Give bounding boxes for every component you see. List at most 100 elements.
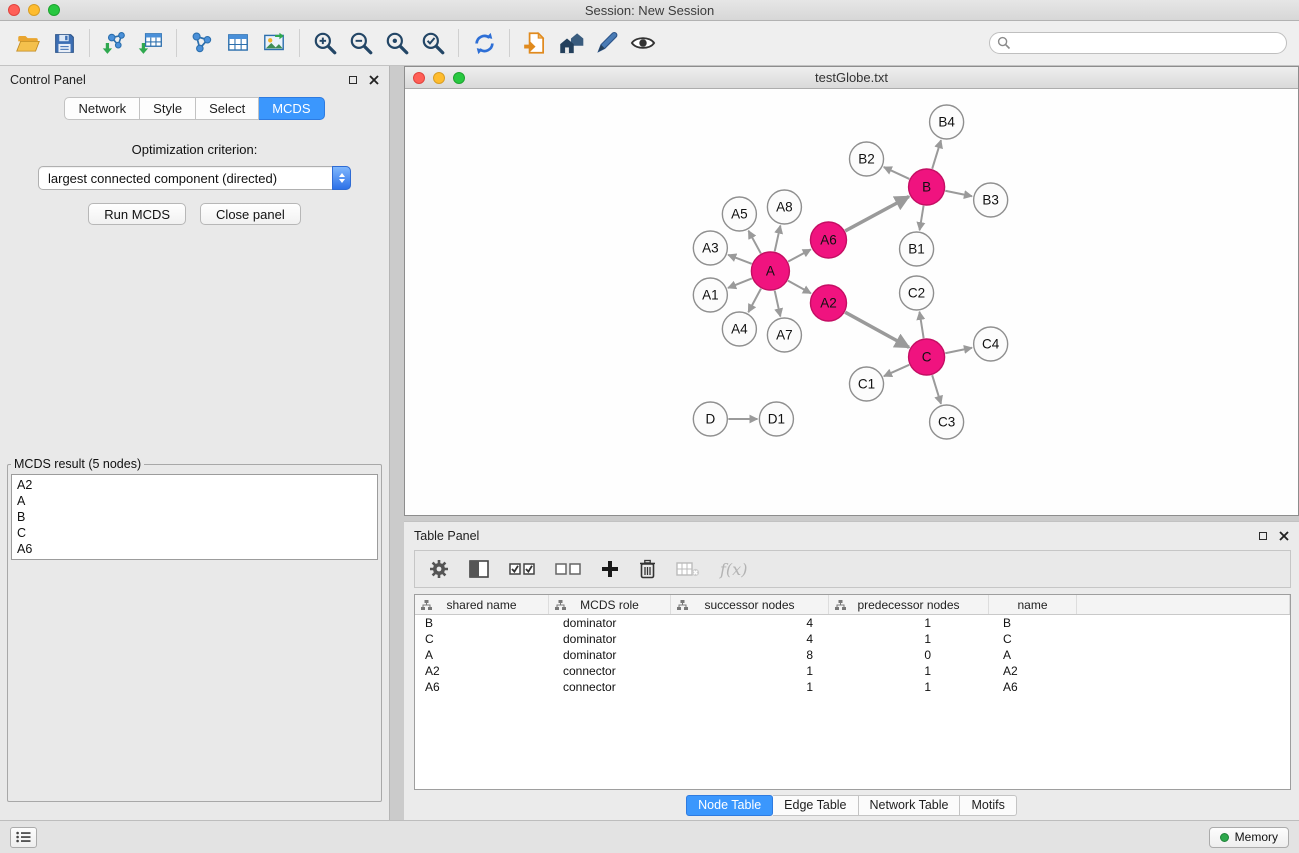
run-mcds-button[interactable]: Run MCDS	[88, 203, 186, 225]
network-canvas-container[interactable]: AA6A2BCA1A3A4A5A7A8B1B2B3B4C1C2C3C4DD1	[405, 89, 1298, 515]
table-cell[interactable]: A2	[989, 664, 1077, 678]
delete-rows-trash-icon[interactable]	[639, 559, 656, 579]
mcds-result-item[interactable]: B	[17, 509, 372, 525]
table-cell[interactable]: A6	[989, 680, 1077, 694]
table-cell[interactable]: 1	[671, 664, 829, 678]
edge-A-A4[interactable]	[748, 289, 761, 313]
column-header-shared-name[interactable]: shared name	[415, 595, 549, 614]
memory-button[interactable]: Memory	[1209, 827, 1289, 848]
edge-A-A6[interactable]	[788, 249, 811, 261]
edge-A-A7[interactable]	[775, 291, 781, 317]
close-window-button[interactable]	[8, 4, 20, 16]
float-panel-icon[interactable]	[349, 76, 357, 84]
table-cell[interactable]: 1	[829, 616, 989, 630]
edge-A-A1[interactable]	[728, 278, 752, 288]
table-cell[interactable]: C	[989, 632, 1077, 646]
edge-B-B1[interactable]	[920, 206, 924, 230]
mcds-result-item[interactable]: A2	[17, 477, 372, 493]
table-cell[interactable]: 0	[829, 648, 989, 662]
table-row[interactable]: Bdominator41B	[415, 615, 1290, 631]
table-cell[interactable]: C	[415, 632, 549, 646]
tab-select[interactable]: Select	[196, 97, 259, 120]
column-header-successor-nodes[interactable]: successor nodes	[671, 595, 829, 614]
column-header-name[interactable]: name	[989, 595, 1077, 614]
table-cell[interactable]: dominator	[549, 616, 671, 630]
table-cell[interactable]: A6	[415, 680, 549, 694]
tab-network-table[interactable]: Network Table	[859, 795, 961, 816]
edge-A-A2[interactable]	[788, 281, 811, 294]
table-cell[interactable]: A	[989, 648, 1077, 662]
zoom-window-button[interactable]	[48, 4, 60, 16]
edge-C-C4[interactable]	[945, 348, 972, 353]
mcds-result-item[interactable]: C	[17, 525, 372, 541]
edge-B-B4[interactable]	[932, 140, 941, 169]
table-row[interactable]: Adominator80A	[415, 647, 1290, 663]
import-table-button[interactable]	[133, 25, 169, 61]
search-input[interactable]	[989, 32, 1287, 54]
export-image-button[interactable]	[256, 25, 292, 61]
float-table-panel-icon[interactable]	[1259, 532, 1267, 540]
zoom-fit-button[interactable]	[415, 25, 451, 61]
table-cell[interactable]: dominator	[549, 648, 671, 662]
tab-mcds[interactable]: MCDS	[259, 97, 324, 120]
column-header-predecessor-nodes[interactable]: predecessor nodes	[829, 595, 989, 614]
table-cell[interactable]: B	[415, 616, 549, 630]
table-cell[interactable]: 1	[829, 632, 989, 646]
tab-motifs[interactable]: Motifs	[960, 795, 1016, 816]
mcds-result-item[interactable]: A	[17, 493, 372, 509]
tab-network[interactable]: Network	[64, 97, 140, 120]
close-network-window-button[interactable]	[413, 72, 425, 84]
open-file-button[interactable]	[10, 25, 46, 61]
zoom-in-button[interactable]	[307, 25, 343, 61]
close-table-panel-icon[interactable]	[1279, 531, 1289, 541]
tab-edge-table[interactable]: Edge Table	[773, 795, 858, 816]
edge-A2-C[interactable]	[845, 312, 909, 347]
mcds-result-item[interactable]: A6	[17, 541, 372, 557]
minimize-window-button[interactable]	[28, 4, 40, 16]
add-row-icon[interactable]	[601, 560, 619, 578]
edge-B-B3[interactable]	[945, 191, 972, 196]
home-button[interactable]	[553, 25, 589, 61]
select-all-icon[interactable]	[509, 562, 535, 576]
minimize-network-window-button[interactable]	[433, 72, 445, 84]
save-session-button[interactable]	[46, 25, 82, 61]
table-cell[interactable]: B	[989, 616, 1077, 630]
tab-node-table[interactable]: Node Table	[686, 795, 773, 816]
customize-view-button[interactable]	[589, 25, 625, 61]
mcds-result-list[interactable]: A2ABCA6	[11, 474, 378, 560]
table-cell[interactable]: 4	[671, 616, 829, 630]
tab-style[interactable]: Style	[140, 97, 196, 120]
open-session-document-button[interactable]	[517, 25, 553, 61]
table-row[interactable]: A2connector11A2	[415, 663, 1290, 679]
table-row[interactable]: Cdominator41C	[415, 631, 1290, 647]
table-cell[interactable]: A	[415, 648, 549, 662]
table-cell[interactable]: connector	[549, 664, 671, 678]
table-cell[interactable]: 4	[671, 632, 829, 646]
zoom-network-window-button[interactable]	[453, 72, 465, 84]
table-cell[interactable]: 8	[671, 648, 829, 662]
table-row[interactable]: A6connector11A6	[415, 679, 1290, 695]
edge-A6-B[interactable]	[845, 197, 909, 231]
table-cell[interactable]: 1	[671, 680, 829, 694]
table-cell[interactable]: 1	[829, 664, 989, 678]
edge-A-A3[interactable]	[728, 255, 752, 264]
new-network-button[interactable]	[184, 25, 220, 61]
network-canvas[interactable]: AA6A2BCA1A3A4A5A7A8B1B2B3B4C1C2C3C4DD1	[405, 89, 1298, 515]
edge-A-A5[interactable]	[748, 231, 760, 254]
edge-C-C3[interactable]	[932, 375, 941, 404]
table-cell[interactable]: connector	[549, 680, 671, 694]
optimization-criterion-select[interactable]: largest connected component (directed)	[38, 166, 351, 190]
import-network-button[interactable]	[97, 25, 133, 61]
table-cell[interactable]: 1	[829, 680, 989, 694]
table-cell[interactable]: dominator	[549, 632, 671, 646]
edge-B-B2[interactable]	[884, 167, 910, 179]
deselect-all-icon[interactable]	[555, 562, 581, 576]
column-header-mcds-role[interactable]: MCDS role	[549, 595, 671, 614]
table-cell[interactable]: A2	[415, 664, 549, 678]
show-hide-overview-button[interactable]	[625, 25, 661, 61]
task-history-button[interactable]	[10, 827, 37, 848]
close-panel-button[interactable]: Close panel	[200, 203, 301, 225]
zoom-reset-button[interactable]	[379, 25, 415, 61]
edge-C-C2[interactable]	[920, 312, 924, 338]
table-settings-gear-icon[interactable]	[429, 559, 449, 579]
